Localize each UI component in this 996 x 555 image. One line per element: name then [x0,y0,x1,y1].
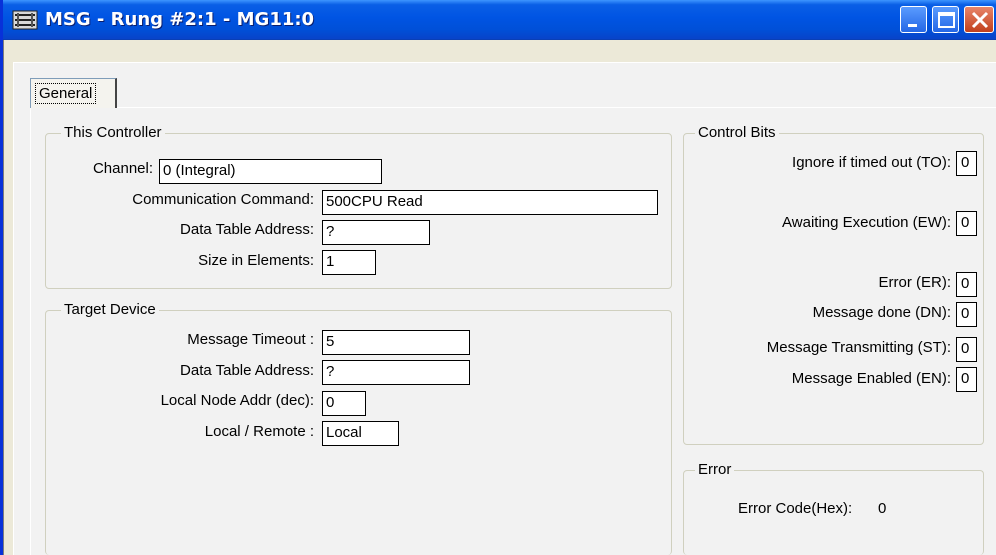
en-bit-field[interactable]: 0 [956,367,977,392]
controller-data-table-field[interactable]: ? [322,220,430,245]
to-bit-field[interactable]: 0 [956,151,977,176]
this-controller-title: This Controller [61,124,165,141]
close-button[interactable] [964,6,994,33]
target-data-table-field[interactable]: ? [322,360,470,385]
st-bit-label: Message Transmitting (ST): [766,339,951,356]
ew-bit-label: Awaiting Execution (EW): [782,214,951,231]
communication-command-label: Communication Command: [132,191,314,208]
target-device-title: Target Device [61,301,159,318]
st-bit-field[interactable]: 0 [956,337,977,362]
to-bit-label: Ignore if timed out (TO): [792,154,951,171]
en-bit-label: Message Enabled (EN): [791,370,951,387]
local-node-addr-field[interactable]: 0 [322,391,366,416]
minimize-button[interactable] [900,6,927,33]
channel-label: Channel: [92,160,153,177]
control-bits-title: Control Bits [695,124,779,141]
channel-field[interactable]: 0 (Integral) [159,159,382,184]
error-code-value: 0 [878,500,887,517]
ew-bit-field[interactable]: 0 [956,211,977,236]
local-remote-field[interactable]: Local [322,421,399,446]
dn-bit-label: Message done (DN): [812,304,951,321]
er-bit-field[interactable]: 0 [956,272,977,297]
maximize-icon [938,12,955,28]
size-in-elements-field[interactable]: 1 [322,250,376,275]
communication-command-field[interactable]: 500CPU Read [322,190,658,215]
maximize-button[interactable] [932,6,959,33]
tab-panel-border-left [30,107,31,555]
window-title: MSG - Rung #2:1 - MG11:0 [45,9,315,30]
local-remote-label: Local / Remote : [204,423,314,440]
tab-panel-border [30,107,996,108]
error-title: Error [695,461,735,478]
target-data-table-label: Data Table Address: [180,362,314,379]
window-frame [3,40,13,555]
message-dialog-window: MSG - Rung #2:1 - MG11:0 General This Co… [0,0,996,555]
controller-data-table-label: Data Table Address: [180,221,314,238]
close-icon [971,11,989,29]
error-code-label: Error Code(Hex): [738,500,853,517]
er-bit-label: Error (ER): [878,274,952,291]
minimize-icon [908,24,917,27]
message-timeout-label: Message Timeout : [187,331,314,348]
message-timeout-field[interactable]: 5 [322,330,470,355]
size-in-elements-label: Size in Elements: [198,252,314,269]
tab-general-label: General [35,83,97,104]
dn-bit-field[interactable]: 0 [956,302,977,327]
tab-general[interactable]: General [30,78,117,108]
ladder-logic-icon [12,10,38,30]
title-bar[interactable]: MSG - Rung #2:1 - MG11:0 [3,0,996,40]
local-node-addr-label: Local Node Addr (dec): [160,392,314,409]
